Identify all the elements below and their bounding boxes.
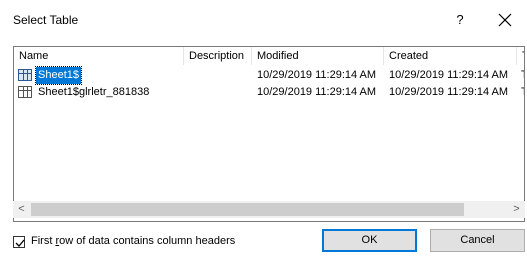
scroll-left-button[interactable]: < (13, 201, 30, 218)
help-button[interactable]: ? (448, 8, 472, 32)
checkmark-icon (15, 239, 25, 247)
row-type: T (521, 67, 524, 84)
scrollbar-thumb[interactable] (31, 203, 464, 216)
cancel-button[interactable]: Cancel (430, 229, 525, 252)
row-created: 10/29/2019 11:29:14 AM (389, 86, 509, 98)
row-modified: 10/29/2019 11:29:14 AM (257, 86, 377, 98)
row-name: Sheet1$ (35, 66, 82, 85)
column-header-description[interactable]: Description (184, 47, 252, 65)
close-button[interactable] (493, 8, 517, 32)
row-created: 10/29/2019 11:29:14 AM (389, 69, 509, 81)
dialog-title: Select Table (13, 13, 79, 27)
column-header-created[interactable]: Created (384, 47, 517, 65)
row-modified: 10/29/2019 11:29:14 AM (257, 69, 377, 81)
column-header-type[interactable]: T (517, 47, 524, 65)
row-name: Sheet1$glrletr_881838 (38, 86, 150, 98)
ok-button[interactable]: OK (322, 229, 417, 252)
table-row[interactable]: Sheet1$ 10/29/2019 11:29:14 AM 10/29/201… (14, 66, 524, 85)
list-header: Name Description Modified Created T (14, 47, 524, 65)
table-icon (18, 69, 32, 81)
table-icon (18, 86, 32, 98)
first-row-headers-label: First row of data contains column header… (31, 235, 236, 247)
dialog-titlebar: Select Table ? (0, 0, 527, 40)
first-row-headers-checkbox[interactable] (13, 236, 25, 248)
table-list[interactable]: Name Description Modified Created T Shee… (13, 46, 525, 222)
table-row[interactable]: Sheet1$glrletr_881838 10/29/2019 11:29:1… (14, 84, 524, 101)
close-icon (498, 13, 512, 27)
row-type: T (521, 84, 524, 101)
horizontal-scrollbar[interactable]: < > (13, 201, 525, 218)
column-header-name[interactable]: Name (14, 47, 184, 65)
scroll-right-button[interactable]: > (508, 201, 525, 218)
column-header-modified[interactable]: Modified (252, 47, 384, 65)
